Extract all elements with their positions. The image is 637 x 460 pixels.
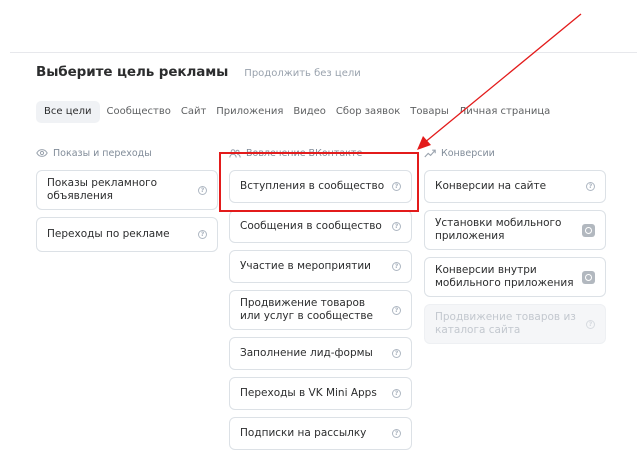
eye-icon bbox=[36, 149, 48, 157]
tab-video[interactable]: Видео bbox=[288, 101, 331, 123]
goal-card-label: Сообщения в сообщество bbox=[240, 220, 382, 232]
goal-card-label: Продвижение товаров или услуг в сообщест… bbox=[240, 297, 373, 322]
goal-card-ad-clicks[interactable]: Переходы по рекламе ? bbox=[36, 217, 218, 252]
goal-card-newsletter-subscriptions[interactable]: Подписки на рассылку ? bbox=[229, 417, 412, 450]
goal-card-community-messages[interactable]: Сообщения в сообщество ? bbox=[229, 210, 412, 243]
help-icon[interactable]: ? bbox=[392, 305, 401, 315]
goal-card-label: Показы рекламного объявления bbox=[47, 177, 158, 202]
help-icon: ? bbox=[586, 319, 595, 329]
help-icon[interactable]: ? bbox=[198, 185, 207, 195]
help-icon[interactable]: ? bbox=[198, 230, 207, 239]
goal-card-label: Установки мобильного приложения bbox=[435, 217, 562, 242]
help-icon[interactable]: ? bbox=[392, 389, 401, 398]
trend-icon bbox=[424, 149, 436, 157]
column-impressions: Показы и переходы Показы рекламного объя… bbox=[36, 146, 218, 252]
goal-card-in-app-conversions[interactable]: Конверсии внутри мобильного приложения bbox=[424, 257, 606, 297]
goal-card-community-products[interactable]: Продвижение товаров или услуг в сообщест… bbox=[229, 290, 412, 330]
goal-card-site-conversions[interactable]: Конверсии на сайте ? bbox=[424, 170, 606, 203]
tab-products[interactable]: Товары bbox=[405, 101, 454, 123]
mobile-app-icon bbox=[582, 270, 595, 284]
help-icon[interactable]: ? bbox=[392, 222, 401, 231]
goal-card-label: Подписки на рассылку bbox=[240, 427, 367, 439]
help-icon[interactable]: ? bbox=[392, 429, 401, 438]
tab-personal-page[interactable]: Личная страница bbox=[454, 101, 556, 123]
column-title: Конверсии bbox=[441, 147, 495, 159]
continue-without-goal-link[interactable]: Продолжить без цели bbox=[244, 68, 360, 79]
goal-card-app-installs[interactable]: Установки мобильного приложения bbox=[424, 210, 606, 250]
goal-card-label: Переходы по рекламе bbox=[47, 228, 170, 240]
column-conversions: Конверсии Конверсии на сайте ? Установки… bbox=[424, 146, 606, 344]
goal-card-label: Конверсии внутри мобильного приложения bbox=[435, 264, 574, 289]
page-title: Выберите цель рекламы bbox=[36, 64, 229, 80]
help-icon[interactable]: ? bbox=[392, 262, 401, 271]
tab-all-goals[interactable]: Все цели bbox=[36, 101, 100, 123]
goal-card-vk-mini-apps[interactable]: Переходы в VK Mini Apps ? bbox=[229, 377, 412, 410]
goal-card-event-participation[interactable]: Участие в мероприятии ? bbox=[229, 250, 412, 283]
column-header-impressions: Показы и переходы bbox=[36, 146, 218, 160]
page-heading: Выберите цель рекламы Продолжить без цел… bbox=[36, 64, 361, 80]
goal-card-label: Продвижение товаров из каталога сайта bbox=[435, 311, 576, 336]
goal-card-ad-impressions[interactable]: Показы рекламного объявления ? bbox=[36, 170, 218, 210]
goal-card-label: Участие в мероприятии bbox=[240, 260, 371, 272]
annotation-highlight-box bbox=[219, 152, 419, 212]
column-header-conversions: Конверсии bbox=[424, 146, 606, 160]
tab-community[interactable]: Сообщество bbox=[102, 101, 176, 123]
goal-card-lead-form[interactable]: Заполнение лид-формы ? bbox=[229, 337, 412, 370]
top-divider bbox=[10, 52, 637, 53]
column-title: Показы и переходы bbox=[53, 147, 152, 159]
goal-card-label: Заполнение лид-формы bbox=[240, 347, 373, 359]
goal-card-label: Переходы в VK Mini Apps bbox=[240, 387, 377, 399]
help-icon[interactable]: ? bbox=[586, 182, 595, 191]
mobile-app-icon bbox=[582, 223, 595, 237]
goal-filter-tabs: Все цели Сообщество Сайт Приложения Виде… bbox=[36, 101, 555, 123]
tab-site[interactable]: Сайт bbox=[176, 101, 211, 123]
tab-apps[interactable]: Приложения bbox=[211, 101, 288, 123]
help-icon[interactable]: ? bbox=[392, 349, 401, 358]
goal-card-label: Конверсии на сайте bbox=[435, 180, 547, 192]
goal-card-catalog-products: Продвижение товаров из каталога сайта ? bbox=[424, 304, 606, 344]
tab-lead-collection[interactable]: Сбор заявок bbox=[331, 101, 405, 123]
